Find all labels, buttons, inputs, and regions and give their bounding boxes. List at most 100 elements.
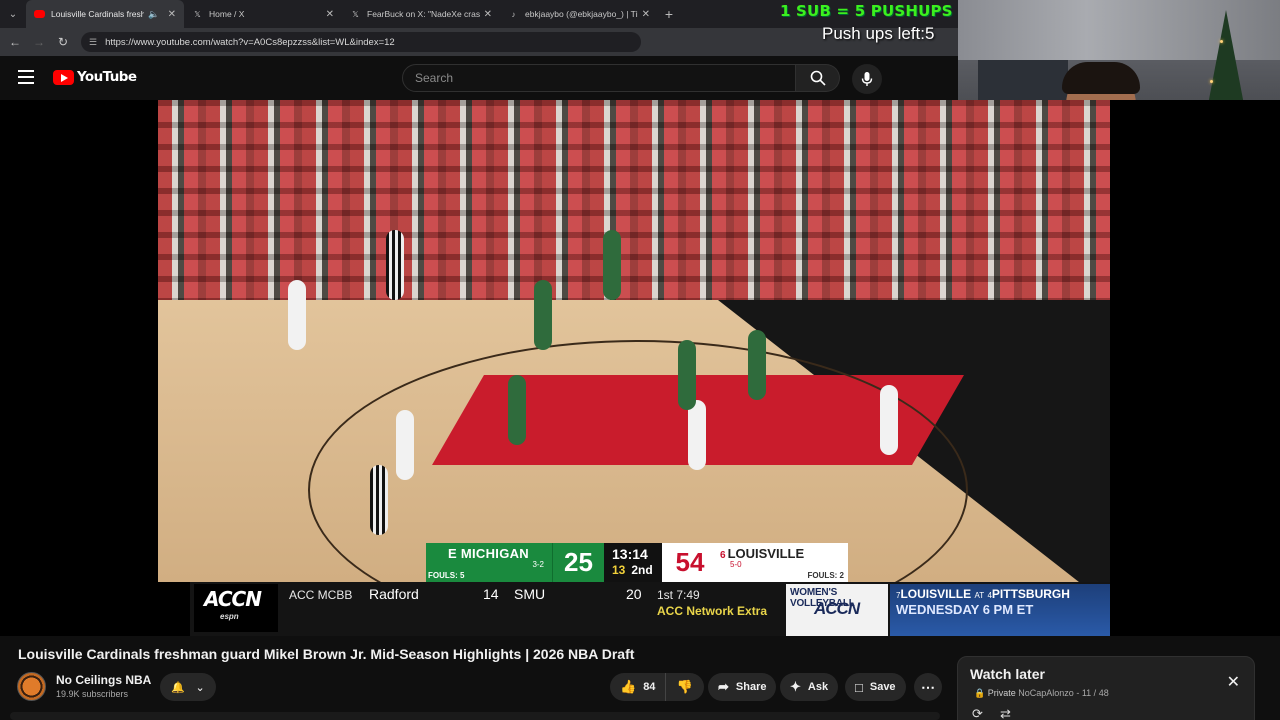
thumbs-up-icon: 👍 [620, 679, 637, 694]
new-tab-plus-icon[interactable]: + [658, 6, 680, 22]
ticker-status: 1st 7:49 [657, 588, 700, 602]
channel-avatar[interactable] [17, 672, 46, 701]
shot-clock: 13 [612, 563, 626, 577]
promo-matchup: 7LOUISVILLE AT 4PITTSBURGH WEDNESDAY 6 P… [890, 584, 1110, 636]
womens-volleyball-logo: WOMEN'S VOLLEYBALL ACCN [786, 584, 888, 636]
promo-away: PITTSBURGH [991, 587, 1070, 601]
reload-icon[interactable]: ↻ [51, 35, 75, 49]
youtube-logo[interactable]: YouTube [53, 69, 137, 85]
tab-youtube[interactable]: Louisville Cardinals freshm 🔈 ✕ [26, 0, 184, 28]
like-dislike-group: 👍 84 👎 [610, 673, 704, 701]
back-arrow-icon[interactable]: ← [3, 35, 27, 49]
like-button[interactable]: 👍 84 [610, 673, 667, 701]
player-green [508, 375, 526, 445]
tab-title: FearBuck on X: "NadeXe crashe [367, 9, 480, 19]
search-icon [810, 70, 826, 86]
tab-title: ebkjaaybo (@ebkjaaybo_) | Tik [525, 9, 638, 19]
player-white [688, 400, 706, 470]
close-tab-icon[interactable]: ✕ [168, 9, 176, 20]
screen: ⌄ Louisville Cardinals freshm 🔈 ✕ 𝕏 Home… [0, 0, 1280, 720]
promo-time: WEDNESDAY 6 PM ET [896, 602, 1034, 617]
player-green [534, 280, 552, 350]
promo-matchup-line: 7LOUISVILLE AT 4PITTSBURGH [896, 587, 1070, 601]
x-logo-icon: 𝕏 [194, 9, 201, 19]
player-green [748, 330, 766, 400]
forward-arrow-icon[interactable]: → [27, 35, 51, 49]
microphone-icon [861, 72, 873, 86]
streamer-hair [1062, 62, 1140, 94]
scorebug: E MICHIGAN 3-2 FOULS: 5 25 13:14 13 2nd 5… [426, 543, 848, 582]
video-player[interactable]: E MICHIGAN 3-2 FOULS: 5 25 13:14 13 2nd 5… [0, 100, 1280, 636]
like-count: 84 [643, 681, 656, 693]
browser-toolbar: ← → ↻ ☰ https://www.youtube.com/watch?v=… [0, 28, 958, 56]
away-team-score: 25 [552, 543, 604, 582]
channel-name[interactable]: No Ceilings NBA [56, 673, 151, 687]
share-arrow-icon: ➦ [718, 679, 729, 694]
menu-hamburger-icon[interactable] [18, 70, 34, 84]
ticker-league: ACC MCBB [289, 588, 353, 602]
tab-tiktok[interactable]: ♪ ebkjaaybo (@ebkjaaybo_) | Tik ✕ [500, 0, 658, 28]
playlist-meta: 🔒 Private NoCapAlonzo - 11 / 48 [974, 688, 1109, 699]
x-logo-icon: 𝕏 [352, 9, 359, 19]
promo-accn-logo: ACCN [814, 599, 860, 618]
description-box-edge [10, 712, 940, 720]
player-green [603, 230, 621, 300]
close-icon[interactable]: ✕ [1227, 672, 1240, 692]
sparkle-icon: ✦ [790, 679, 801, 694]
dislike-button[interactable]: 👎 [666, 673, 702, 701]
scorebug-away-team: E MICHIGAN 3-2 FOULS: 5 [426, 543, 552, 582]
speaker-icon[interactable]: 🔈 [148, 9, 159, 20]
player-white [396, 410, 414, 480]
subscriber-count: 19.9K subscribers [56, 689, 129, 699]
voice-search-button[interactable] [852, 64, 882, 94]
promo-at: AT [974, 591, 985, 600]
playlist-owner[interactable]: NoCapAlonzo [1018, 688, 1074, 698]
site-info-icon[interactable]: ☰ [89, 37, 97, 48]
ticker-score-a: 14 [483, 586, 499, 602]
close-tab-icon[interactable]: ✕ [326, 9, 334, 20]
accn-logo: ACCN espn [194, 584, 278, 632]
chevron-down-icon: ⌄ [195, 681, 205, 694]
away-team-record: 3-2 [532, 560, 544, 569]
youtube-logo-text: YouTube [77, 69, 137, 85]
loop-icon[interactable]: ⟳ [972, 706, 983, 720]
tiktok-logo-icon: ♪ [511, 9, 516, 19]
clock-time: 13:14 [612, 546, 648, 562]
ticker-channel: ACC Network Extra [657, 604, 768, 618]
ask-label: Ask [807, 681, 829, 693]
home-team-name-text: LOUISVILLE [727, 546, 805, 561]
address-bar[interactable]: ☰ https://www.youtube.com/watch?v=A0Cs8e… [81, 32, 641, 52]
player-white [288, 280, 306, 350]
close-tab-icon[interactable]: ✕ [642, 9, 650, 20]
tab-title: Home / X [209, 9, 245, 19]
referee [386, 230, 404, 300]
playlist-title[interactable]: Watch later [970, 666, 1045, 682]
search-input[interactable]: Search [402, 64, 796, 92]
ticker-team-b: SMU [514, 586, 546, 602]
separator-dash: - [1076, 688, 1080, 698]
save-label: Save [869, 681, 896, 693]
espn-logo-text: espn [220, 612, 239, 621]
close-tab-icon[interactable]: ✕ [484, 9, 492, 20]
notifications-button[interactable]: 🔔 ⌄ [160, 673, 216, 701]
more-actions-icon[interactable]: ⋯ [914, 673, 942, 701]
ticker-team-a: Radford [369, 586, 419, 602]
save-button[interactable]: □ Save [845, 673, 906, 701]
sub-pushups-banner: 1 SUB = 5 PUSHUPS [780, 2, 953, 20]
share-label: Share [735, 681, 767, 693]
video-frame[interactable]: E MICHIGAN 3-2 FOULS: 5 25 13:14 13 2nd 5… [158, 100, 1110, 582]
home-team-name: 6 LOUISVILLE [720, 546, 804, 561]
shuffle-icon[interactable]: ⇄ [1000, 706, 1011, 720]
tab-search-chevron-icon[interactable]: ⌄ [0, 0, 26, 28]
ask-button[interactable]: ✦ Ask [780, 673, 839, 701]
home-team-score: 54 [662, 543, 718, 582]
url-text: https://www.youtube.com/watch?v=A0Cs8epz… [105, 36, 395, 48]
home-team-record: 5-0 [730, 560, 742, 569]
referee [370, 465, 388, 535]
tab-x-fearbuck[interactable]: 𝕏 FearBuck on X: "NadeXe crashe ✕ [342, 0, 500, 28]
share-button[interactable]: ➦ Share [708, 673, 777, 701]
tree-light [1220, 40, 1223, 43]
tab-x-home[interactable]: 𝕏 Home / X ✕ [184, 0, 342, 28]
search-button[interactable] [796, 64, 840, 92]
score-ticker: ACCN espn ACC MCBB Radford 14 SMU 20 1st… [190, 582, 1110, 636]
